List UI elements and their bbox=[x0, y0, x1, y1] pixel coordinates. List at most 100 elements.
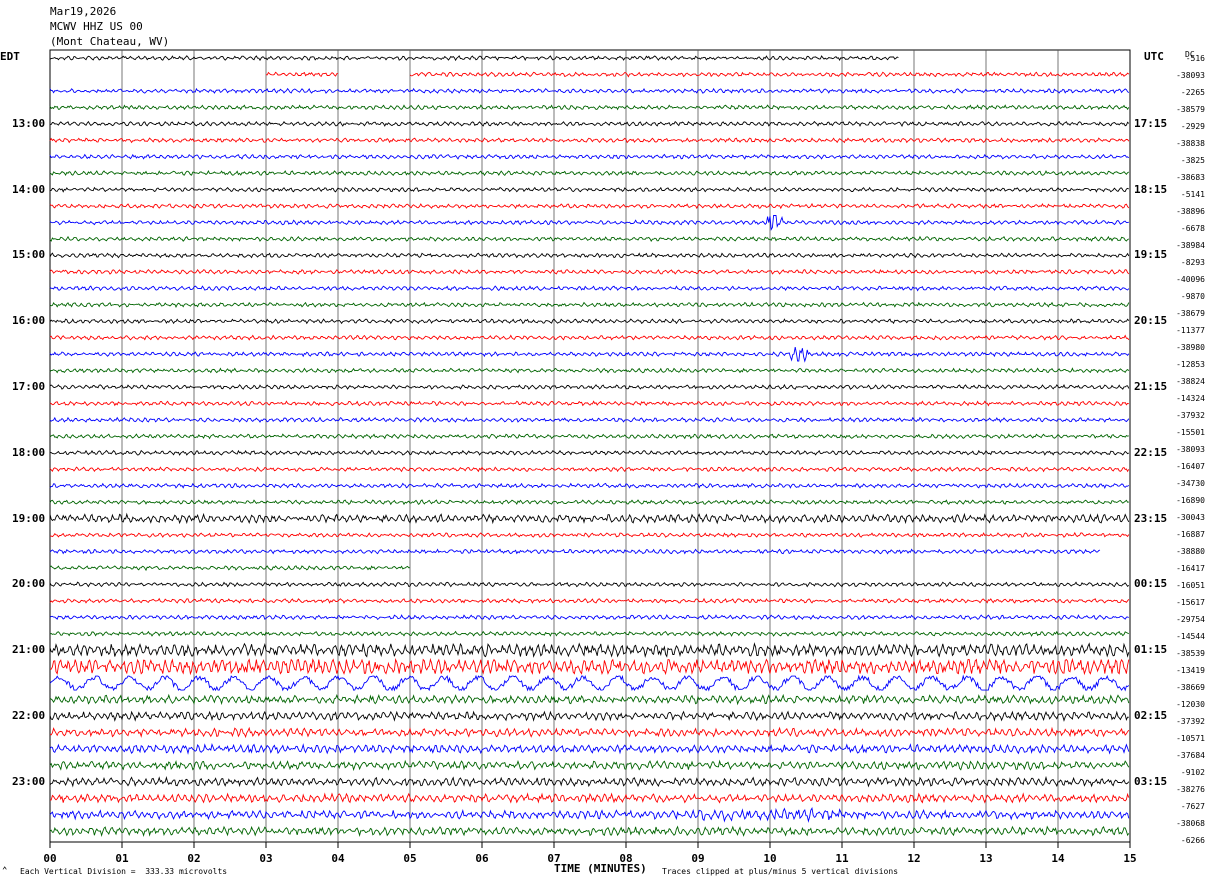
dc-offset-label: -38539 bbox=[1176, 649, 1205, 658]
trace-line bbox=[49, 186, 1130, 193]
dc-offset-label: -7627 bbox=[1180, 802, 1205, 811]
dc-offset-label: -38896 bbox=[1176, 207, 1205, 216]
trace-line bbox=[49, 433, 1129, 440]
right-hour-label: 01:15 bbox=[1134, 643, 1168, 657]
helicorder-plot: 00 01 02 03 04 05 06 07 08 09 10 11 12 13 14 15 bbox=[43, 49, 1137, 865]
trace-line bbox=[49, 383, 1130, 391]
dc-offset-label: -34730 bbox=[1176, 479, 1205, 488]
dc-offset-label: -38093 bbox=[1176, 445, 1205, 454]
trace-line bbox=[49, 367, 1130, 374]
dc-offset-label: -6266 bbox=[1180, 836, 1205, 845]
trace-line bbox=[49, 137, 1130, 144]
trace-line bbox=[49, 252, 1130, 259]
trace-line bbox=[49, 499, 1129, 506]
dc-offset-label: -15501 bbox=[1176, 428, 1205, 437]
dc-offset-label: -38984 bbox=[1176, 241, 1205, 250]
dc-offset-label: -11377 bbox=[1176, 326, 1205, 335]
x-axis-title: TIME (MINUTES) bbox=[554, 862, 647, 875]
trace-line bbox=[49, 531, 1130, 538]
left-timezone-label: EDT bbox=[0, 50, 20, 63]
trace-line bbox=[49, 597, 1130, 604]
trace-line bbox=[49, 153, 1130, 160]
dc-offset-label: -38068 bbox=[1176, 819, 1205, 828]
x-tick-label: 15 bbox=[1123, 852, 1136, 865]
x-tick-label: 12 bbox=[907, 852, 920, 865]
x-tick-label: 10 bbox=[763, 852, 776, 865]
dc-offset-label: -9870 bbox=[1180, 292, 1205, 301]
scale-note: Each Vertical Division = 333.33 microvol… bbox=[20, 867, 228, 876]
x-tick-label: 06 bbox=[475, 852, 489, 865]
x-tick-label: 03 bbox=[259, 852, 272, 865]
dc-offset-label: -6678 bbox=[1180, 224, 1205, 233]
dc-offset-label: -14544 bbox=[1176, 632, 1205, 641]
dc-offset-label: -9102 bbox=[1180, 768, 1205, 777]
dc-offset-label: -38669 bbox=[1176, 683, 1205, 692]
dc-offset-label: -16407 bbox=[1176, 462, 1205, 471]
dc-offset-label: -16417 bbox=[1176, 564, 1205, 573]
left-hour-label: 21:00 bbox=[12, 643, 46, 657]
dc-offset-label: -29754 bbox=[1176, 615, 1205, 624]
right-hour-label: 18:15 bbox=[1134, 182, 1168, 196]
dc-offset-label: -38683 bbox=[1176, 173, 1205, 182]
right-hour-label: 17:15 bbox=[1134, 116, 1168, 130]
dc-offset-label: -37932 bbox=[1176, 411, 1205, 420]
dc-offset-label: -8293 bbox=[1180, 258, 1205, 267]
trace-line bbox=[49, 512, 1130, 525]
left-hour-label: 15:00 bbox=[12, 248, 46, 262]
minute-gridlines bbox=[121, 50, 1059, 842]
date-label: Mar19,2026 bbox=[50, 5, 117, 18]
dc-offset-label: -5141 bbox=[1180, 190, 1205, 199]
trace-line bbox=[265, 71, 339, 78]
location-label: (Mont Chateau, WV) bbox=[50, 35, 170, 48]
trace-line bbox=[49, 285, 1130, 292]
left-hour-label: 23:00 bbox=[12, 774, 46, 788]
right-hour-label: 03:15 bbox=[1134, 774, 1168, 788]
trace-line bbox=[49, 235, 1130, 243]
trace-line bbox=[49, 548, 1101, 555]
trace-line bbox=[49, 642, 1130, 658]
seismic-traces bbox=[49, 55, 1130, 838]
left-hour-label: 22:00 bbox=[12, 709, 46, 722]
dc-offset-label: -16051 bbox=[1176, 581, 1205, 590]
trace-line bbox=[49, 674, 1130, 692]
trace-line bbox=[49, 743, 1130, 755]
trace-line bbox=[49, 120, 1130, 127]
dc-offset-label: -38824 bbox=[1176, 377, 1205, 386]
trace-line bbox=[49, 318, 1130, 325]
trace-line bbox=[49, 55, 899, 62]
x-tick-label: 04 bbox=[331, 852, 345, 865]
trace-line bbox=[49, 726, 1130, 739]
trace-line bbox=[49, 581, 1130, 588]
trace-line bbox=[49, 87, 1130, 94]
trace-line bbox=[49, 693, 1130, 706]
trace-line bbox=[409, 71, 1130, 78]
trace-line bbox=[49, 614, 1129, 621]
left-hour-label: 18:00 bbox=[12, 445, 46, 459]
trace-line bbox=[49, 482, 1130, 490]
trace-line bbox=[49, 268, 1130, 275]
station-label: MCWV HHZ US 00 bbox=[50, 20, 143, 33]
dc-offset-label: -2929 bbox=[1180, 122, 1205, 131]
trace-line bbox=[49, 416, 1130, 424]
trace-line bbox=[49, 825, 1130, 838]
dc-offset-label: -10571 bbox=[1176, 734, 1205, 743]
trace-line bbox=[49, 347, 1130, 363]
right-hour-label: 02:15 bbox=[1134, 709, 1168, 722]
x-tick-label: 11 bbox=[835, 852, 849, 865]
left-hour-label: 14:00 bbox=[12, 182, 46, 196]
right-hour-label: 21:15 bbox=[1134, 380, 1168, 393]
dc-offset-label: -16887 bbox=[1176, 530, 1205, 539]
trace-line bbox=[49, 792, 1130, 804]
trace-line bbox=[49, 301, 1130, 308]
x-tick-label: 14 bbox=[1051, 852, 1065, 865]
dc-offset-label: -3825 bbox=[1180, 156, 1205, 165]
left-hour-label: 13:00 bbox=[12, 116, 46, 130]
trace-line bbox=[49, 334, 1130, 341]
x-tick-label: 01 bbox=[115, 852, 129, 865]
trace-line bbox=[49, 565, 411, 572]
trace-line bbox=[49, 759, 1130, 772]
trace-line bbox=[50, 449, 1130, 456]
right-hour-label: 22:15 bbox=[1134, 445, 1168, 459]
trace-line bbox=[49, 400, 1129, 407]
trace-line bbox=[49, 169, 1130, 177]
